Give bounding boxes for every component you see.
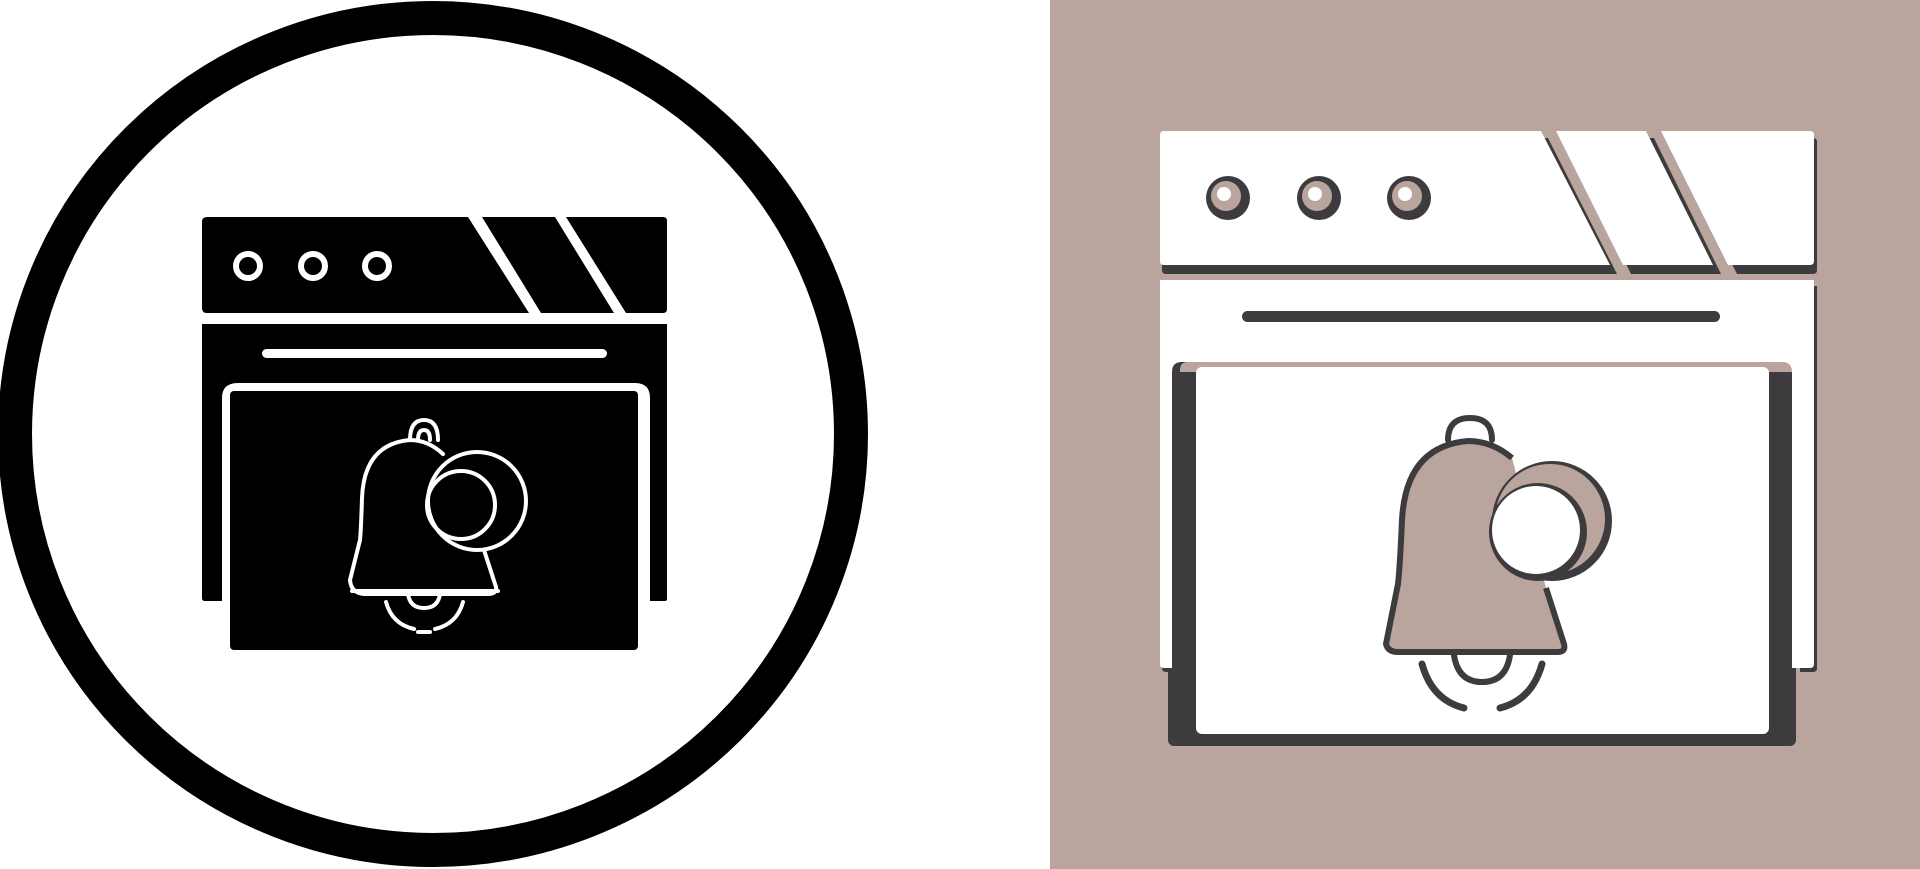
address-bar-line [262,349,607,358]
browser-titlebar [202,217,667,313]
browser-notification-bell-icon [0,1,868,867]
window-dot-icon [1387,176,1431,220]
glyph-icon-panel [0,0,1050,869]
window-control-dots [1206,176,1431,220]
window-dot-icon [1297,176,1341,220]
flat-icon-panel [1050,0,1920,869]
browser-notification-bell-icon [1050,0,1920,869]
window-dot-icon [1206,176,1250,220]
